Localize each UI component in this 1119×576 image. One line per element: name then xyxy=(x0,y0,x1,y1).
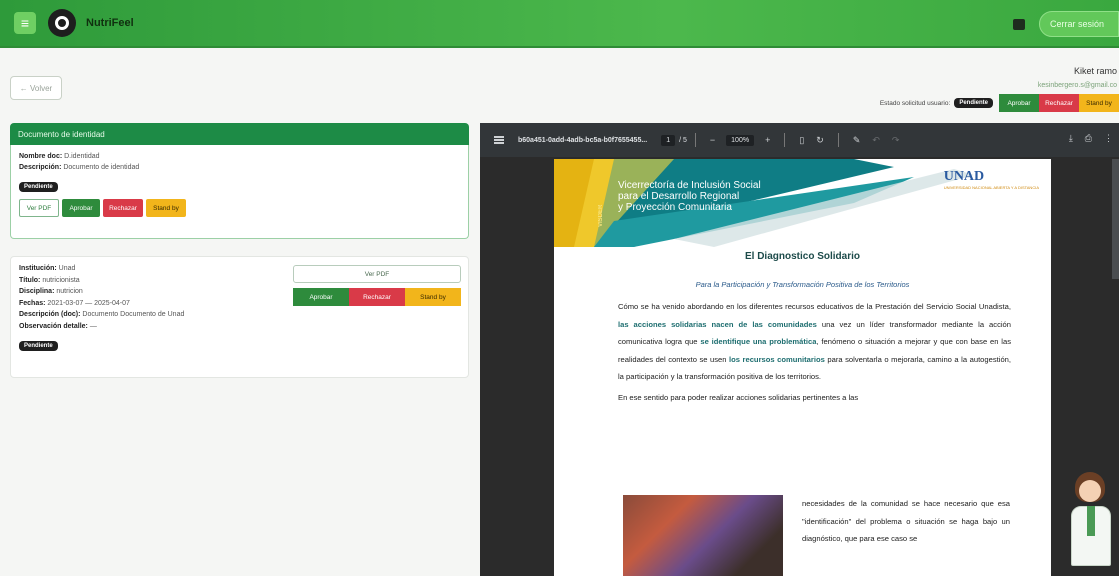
observation-value: — xyxy=(89,322,97,330)
education-status-badge: Pendiente xyxy=(19,341,58,351)
title-value: nutricionista xyxy=(42,276,80,284)
education-reject-button[interactable]: Rechazar xyxy=(349,288,405,306)
toolbar-divider xyxy=(837,133,839,147)
education-approve-button[interactable]: Aprobar xyxy=(293,288,349,306)
user-name: Kiket ramo xyxy=(1073,66,1117,76)
pdf-banner: Vicerrectoría de Inclusión Social para e… xyxy=(554,159,1051,247)
identity-name-value: D.identidad xyxy=(64,153,100,160)
rotate-icon[interactable]: ↻ xyxy=(816,135,824,146)
identity-reject-button[interactable]: Rechazar xyxy=(103,199,143,217)
document-subtitle: Para la Participación y Transformación P… xyxy=(695,280,910,289)
menu-icon[interactable]: ≡ xyxy=(14,12,36,34)
document-title: El Diagnostico Solidario xyxy=(744,251,860,262)
identity-desc-line: Descripción: Documento de identidad xyxy=(19,164,460,171)
document-paragraph-3: necesidades de la comunidad se hace nece… xyxy=(802,499,1010,543)
education-view-pdf-button[interactable]: Ver PDF xyxy=(293,265,461,283)
p1-highlight-2: se identifique una problemática xyxy=(700,337,817,347)
user-status-row: Estado solicitud usuario: Pendiente Apro… xyxy=(880,93,1119,113)
p1-highlight-1: las acciones solidarias nacen de las com… xyxy=(618,319,817,329)
institution-value: Unad xyxy=(58,265,76,272)
fit-page-icon[interactable]: ▯ xyxy=(799,135,804,146)
unad-logo-sub: UNIVERSIDAD NACIONAL ABIERTA Y A DISTANC… xyxy=(943,185,1039,190)
doc-desc-line: Descripción (doc): Documento Documento d… xyxy=(19,311,460,318)
identity-card-header: Documento de identidad xyxy=(10,123,469,145)
download-icon[interactable]: ⤓ xyxy=(1069,133,1073,144)
pdf-scrollbar[interactable] xyxy=(1112,159,1119,279)
highlight-icon[interactable]: ✎ xyxy=(853,135,861,146)
banner-line-3: y Proyección Comunitaria xyxy=(618,202,732,213)
banner-line-2: para el Desarrollo Regional xyxy=(618,191,740,202)
identity-view-pdf-button[interactable]: Ver PDF xyxy=(19,199,59,217)
zoom-in-icon[interactable]: + xyxy=(765,135,770,145)
app-logo xyxy=(48,9,76,37)
toolbar-divider xyxy=(694,133,696,147)
toolbar-divider xyxy=(784,133,786,147)
identity-standby-button[interactable]: Stand by xyxy=(146,199,186,217)
chat-icon[interactable] xyxy=(1013,18,1025,30)
pdf-zoom-input[interactable]: 100% xyxy=(726,134,755,146)
dates-value: 2021-03-07 — 2025-04-07 xyxy=(47,299,130,307)
pdf-toolbar: b60a451-0add-4adb-bc5a-b0f7655455... 1 /… xyxy=(480,123,1119,157)
logout-button[interactable]: Cerrar sesión xyxy=(1039,11,1119,37)
institution-label: Institución: xyxy=(19,265,57,272)
identity-name-line: Nombre doc: D.identidad xyxy=(19,153,460,160)
observation-label: Observación detalle: xyxy=(19,322,88,330)
back-button[interactable]: ← Volver xyxy=(10,76,62,100)
document-paragraph-1: Cómo se ha venido abordando en los difer… xyxy=(618,298,1011,386)
identity-desc-label: Descripción: xyxy=(19,164,62,171)
unad-logo-text: UNAD xyxy=(943,169,985,184)
discipline-value: nutricion xyxy=(56,288,83,295)
identity-status-badge: Pendiente xyxy=(19,182,58,192)
status-label: Estado solicitud usuario: xyxy=(879,99,951,107)
title-label: Título: xyxy=(19,276,41,284)
top-bar: ≡ NutriFeel Cerrar sesión xyxy=(0,0,1119,48)
doc-desc-value: Documento Documento de Unad xyxy=(82,311,185,318)
redo-icon[interactable]: ↷ xyxy=(892,135,900,146)
p1-text-a: Cómo se ha venido abordando en los difer… xyxy=(618,302,1011,311)
pdf-menu-icon[interactable] xyxy=(494,136,504,144)
document-paragraph-2: En ese sentido para poder realizar accio… xyxy=(618,392,859,402)
identity-desc-value: Documento de identidad xyxy=(63,164,140,171)
zoom-out-icon[interactable]: − xyxy=(710,135,715,145)
identity-name-label: Nombre doc: xyxy=(19,153,63,160)
p1-highlight-3: los recursos comunitarios xyxy=(729,354,825,364)
app-brand: NutriFeel xyxy=(86,17,134,29)
banner-line-1: Vicerrectoría de Inclusión Social xyxy=(618,180,761,191)
user-reject-button[interactable]: Rechazar xyxy=(1039,94,1079,112)
assistant-avatar[interactable] xyxy=(1067,472,1115,572)
doc-desc-label: Descripción (doc): xyxy=(19,311,81,318)
document-photo xyxy=(623,495,783,576)
banner-text: Vicerrectoría de Inclusión Social para e… xyxy=(618,180,761,213)
user-standby-button[interactable]: Stand by xyxy=(1079,94,1119,112)
status-badge: Pendiente xyxy=(954,98,993,108)
documents-panel: Documento de identidad Nombre doc: D.ide… xyxy=(10,123,469,568)
user-email: kesinbergero.s@gmail.co xyxy=(1037,82,1117,89)
education-standby-button[interactable]: Stand by xyxy=(405,288,461,306)
pdf-page-total: / 5 xyxy=(679,136,687,144)
print-icon[interactable]: ⎙ xyxy=(1085,133,1092,144)
logout-label: Cerrar sesión xyxy=(1050,19,1105,29)
pdf-viewer: b60a451-0add-4adb-bc5a-b0f7655455... 1 /… xyxy=(480,123,1119,576)
unad-logo: UNAD UNIVERSIDAD NACIONAL ABIERTA Y A DI… xyxy=(944,169,1039,190)
banner-vertical-tag: VISDER xyxy=(598,204,604,227)
identity-approve-button[interactable]: Aprobar xyxy=(62,199,100,217)
dates-label: Fechas: xyxy=(19,299,46,307)
pdf-page-input[interactable]: 1 xyxy=(661,134,676,146)
user-approve-button[interactable]: Aprobar xyxy=(999,94,1039,112)
undo-icon[interactable]: ↶ xyxy=(872,135,880,146)
pdf-filename: b60a451-0add-4adb-bc5a-b0f7655455... xyxy=(518,136,648,144)
discipline-label: Disciplina: xyxy=(19,288,55,295)
identity-card: Nombre doc: D.identidad Descripción: Doc… xyxy=(10,145,469,239)
pdf-page: Vicerrectoría de Inclusión Social para e… xyxy=(554,159,1051,576)
observation-line: Observación detalle: — xyxy=(19,323,460,330)
education-card: Institución: Unad Título: nutricionista … xyxy=(10,256,469,378)
more-options-icon[interactable]: ⋮ xyxy=(1104,133,1113,144)
